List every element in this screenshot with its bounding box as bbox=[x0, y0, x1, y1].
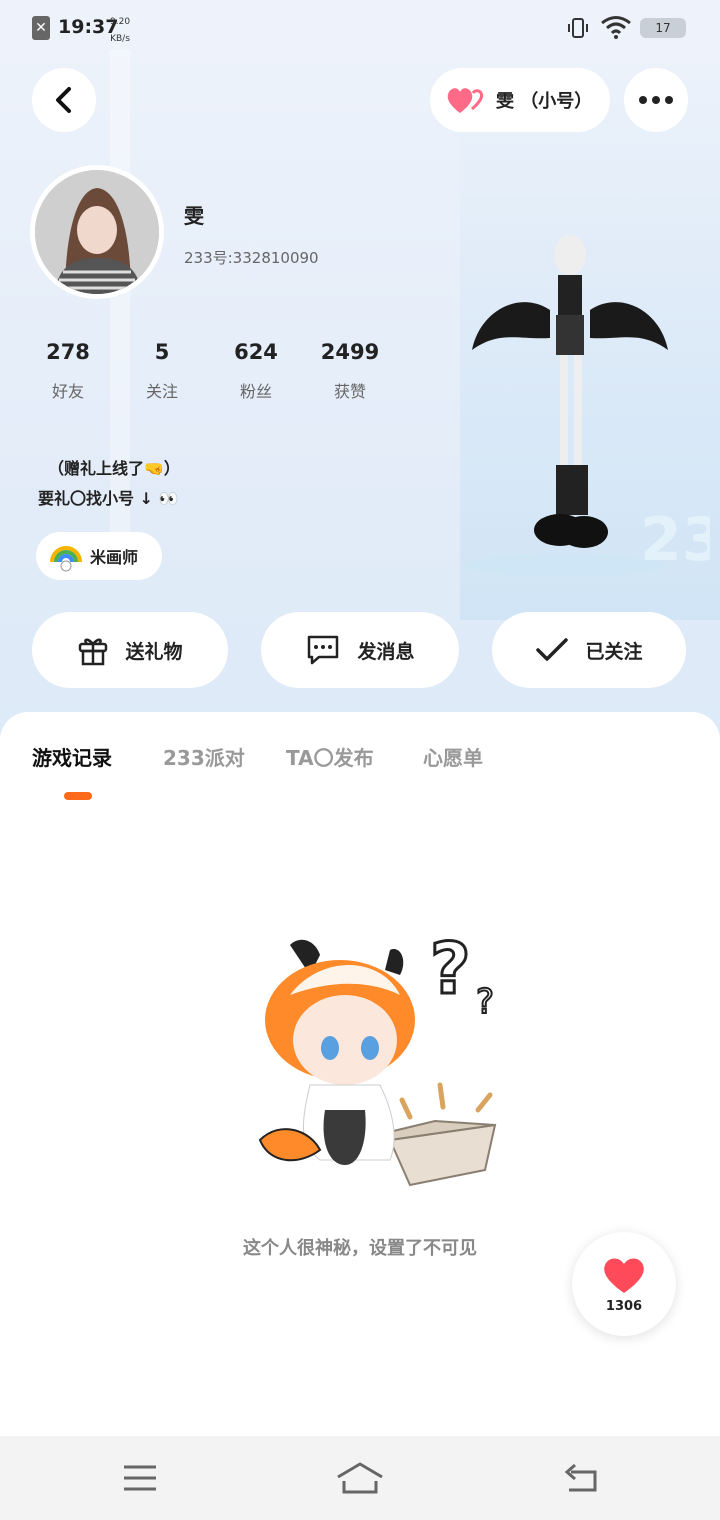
stat-value: 2499 bbox=[320, 340, 380, 364]
alt-account-label: 雯 （小号） bbox=[496, 91, 593, 112]
chevron-left-icon bbox=[56, 87, 71, 113]
vibrate-icon bbox=[566, 16, 590, 45]
profile-bio: （赠礼上线了🤜） 要礼〇找小号 ↓ 👀 bbox=[38, 454, 180, 514]
profile-tabs: 游戏记录 233派对 TA〇发布 心愿单 bbox=[0, 742, 720, 782]
battery-indicator: 17 bbox=[640, 18, 686, 38]
alt-account-switch[interactable]: 雯 （小号） bbox=[430, 68, 610, 132]
send-gift-label: 送礼物 bbox=[125, 640, 183, 663]
watermark-233-logo: 233 bbox=[640, 505, 710, 575]
network-speed-unit: KB/s bbox=[110, 34, 130, 44]
badge-label: 米画师 bbox=[90, 548, 139, 567]
back-button[interactable] bbox=[32, 68, 96, 132]
chat-bubble-icon bbox=[308, 635, 339, 665]
menu-nav-button[interactable] bbox=[110, 1454, 170, 1502]
stat-label: 关注 bbox=[145, 382, 178, 401]
stat-label: 获赞 bbox=[333, 382, 366, 401]
tab-wishlist[interactable]: 心愿单 bbox=[423, 742, 483, 771]
more-dot-icon bbox=[639, 96, 647, 104]
profile-uid[interactable]: 233号:332810090 bbox=[184, 247, 319, 268]
stat-value: 278 bbox=[46, 340, 90, 364]
status-bar: ✕ 19:37 9.20 KB/s 17 bbox=[0, 0, 720, 56]
stat-following[interactable]: 5 关注 bbox=[117, 340, 207, 402]
gift-icon bbox=[79, 638, 108, 666]
like-button[interactable]: 1306 bbox=[572, 1232, 676, 1336]
tab-posts[interactable]: TA〇发布 bbox=[286, 742, 374, 771]
avatar-image bbox=[35, 170, 159, 294]
wifi-icon bbox=[600, 14, 632, 44]
send-gift-button[interactable]: 送礼物 bbox=[32, 612, 228, 688]
mihuashi-badge[interactable]: 米画师 bbox=[36, 532, 162, 580]
stat-friends[interactable]: 278 好友 bbox=[23, 340, 113, 402]
menu-icon bbox=[124, 1465, 156, 1491]
like-count: 1306 bbox=[605, 1298, 643, 1314]
stat-fans[interactable]: 624 粉丝 bbox=[211, 340, 301, 402]
stat-label: 粉丝 bbox=[239, 382, 272, 401]
followed-label: 已关注 bbox=[585, 640, 643, 663]
stat-value: 624 bbox=[234, 340, 278, 364]
send-message-button[interactable]: 发消息 bbox=[261, 612, 459, 688]
send-message-label: 发消息 bbox=[357, 640, 415, 663]
rainbow-logo-icon bbox=[50, 546, 82, 572]
profile-stats: 278 好友 5 关注 624 粉丝 2499 获赞 bbox=[0, 340, 420, 420]
tab-233-party[interactable]: 233派对 bbox=[163, 742, 245, 771]
network-speed: 9.20 KB/s bbox=[110, 14, 130, 48]
network-speed-value: 9.20 bbox=[110, 17, 131, 27]
system-navigation-bar bbox=[0, 1436, 720, 1520]
home-icon bbox=[337, 1462, 383, 1494]
tab-game-records[interactable]: 游戏记录 bbox=[32, 742, 112, 771]
tab-active-indicator bbox=[64, 792, 92, 800]
avatar[interactable] bbox=[30, 165, 164, 299]
bio-line: 要礼〇找小号 ↓ 👀 bbox=[38, 489, 179, 508]
back-nav-button[interactable] bbox=[550, 1454, 610, 1502]
more-dot-icon bbox=[665, 96, 673, 104]
more-options-button[interactable] bbox=[624, 68, 688, 132]
empty-state-illustration: ? ? bbox=[258, 927, 497, 1187]
profile-name: 雯 bbox=[184, 204, 204, 228]
heart-icon bbox=[604, 1257, 644, 1293]
avatar-3d-figure[interactable]: 233 bbox=[460, 220, 710, 590]
return-icon bbox=[564, 1463, 597, 1492]
stat-value: 5 bbox=[154, 340, 170, 364]
svg-text:?: ? bbox=[430, 928, 471, 1010]
home-nav-button[interactable] bbox=[330, 1454, 390, 1502]
check-icon bbox=[536, 638, 569, 661]
more-dot-icon bbox=[652, 96, 660, 104]
double-heart-icon bbox=[447, 88, 484, 113]
stat-label: 好友 bbox=[51, 382, 84, 401]
svg-text:?: ? bbox=[476, 982, 494, 1022]
bio-line: （赠礼上线了🤜） bbox=[48, 459, 180, 478]
followed-button[interactable]: 已关注 bbox=[492, 612, 686, 688]
notification-app-icon: ✕ bbox=[32, 16, 50, 40]
stat-likes[interactable]: 2499 获赞 bbox=[305, 340, 395, 402]
